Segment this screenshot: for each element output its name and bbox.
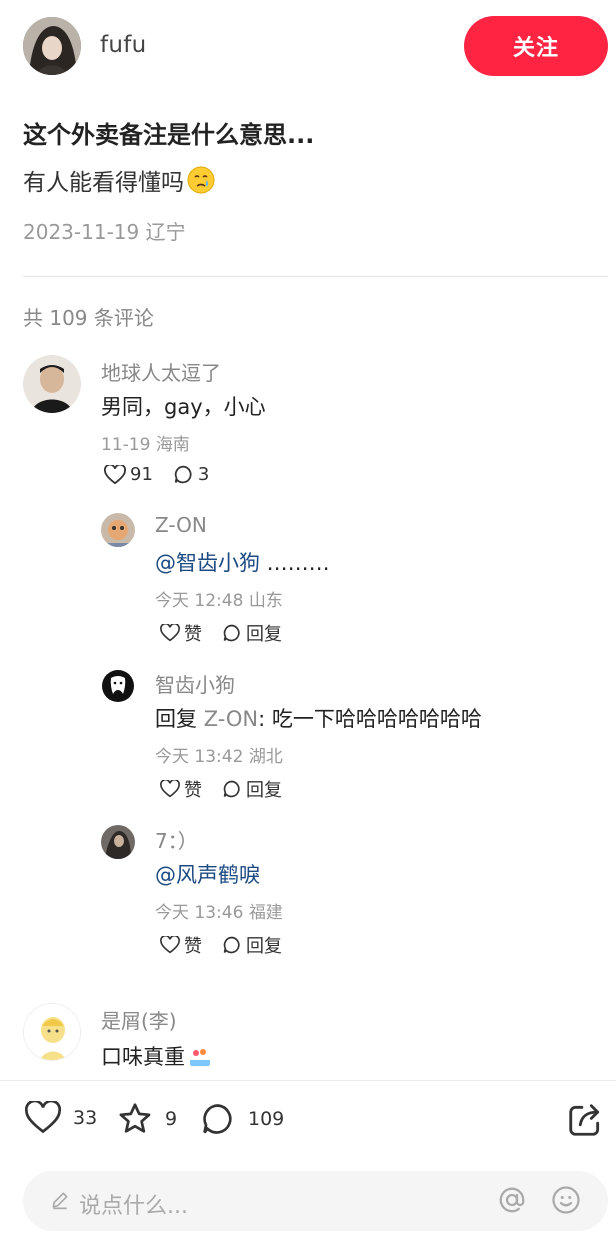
replier-name[interactable]: 智齿小狗 xyxy=(155,669,235,698)
comment-input-placeholder: 说点什么... xyxy=(79,1194,188,1219)
reply-button[interactable]: 回复 xyxy=(222,932,282,958)
replier-avatar[interactable] xyxy=(101,825,135,859)
post-like-count: 33 xyxy=(73,1107,98,1129)
post-header: fufu 关注 xyxy=(0,0,616,96)
reply-actions: 赞 回复 xyxy=(160,932,302,958)
reply-location: 湖北 xyxy=(248,747,283,767)
heart-icon xyxy=(160,624,180,642)
replier-name[interactable]: Z-ON xyxy=(155,513,207,537)
like-button[interactable]: 赞 xyxy=(160,932,202,958)
commenter-avatar[interactable] xyxy=(23,1003,81,1061)
post-date: 2023-11-19 xyxy=(23,220,140,244)
like-label: 赞 xyxy=(184,780,202,801)
reply-meta: 今天 13:42 湖北 xyxy=(155,742,283,767)
bottom-bar: 33 9 109 说点什么... xyxy=(0,1081,616,1248)
post-like-button[interactable]: 33 xyxy=(25,1101,97,1135)
cake-icon xyxy=(187,1043,213,1069)
like-count: 91 xyxy=(130,464,153,485)
author-name[interactable]: fufu xyxy=(100,32,147,58)
heart-icon xyxy=(25,1101,61,1134)
follow-button[interactable]: 关注 xyxy=(464,16,608,76)
comment-actions: 91 3 xyxy=(104,464,229,485)
post-location: 辽宁 xyxy=(145,220,186,244)
reply-button[interactable]: 回复 xyxy=(222,620,282,646)
reply-body: ……… xyxy=(260,551,330,575)
reply-count: 3 xyxy=(197,464,210,485)
reply-meta: 今天 13:46 福建 xyxy=(155,898,283,923)
reply-meta: 今天 12:48 山东 xyxy=(155,586,283,611)
mention-link[interactable]: @智齿小狗 xyxy=(155,551,260,575)
reply-prefix: 回复 xyxy=(155,707,204,731)
comment-text: 男同，gay，小心 xyxy=(101,395,266,419)
reply-text: 回复 Z-ON: 吃一下哈哈哈哈哈哈哈 xyxy=(155,703,482,733)
reply-text: @智齿小狗 ……… xyxy=(155,547,330,577)
commenter-name[interactable]: 是屑(李) xyxy=(101,1005,177,1034)
commenter-avatar[interactable] xyxy=(23,355,81,413)
reply-location: 山东 xyxy=(248,591,283,611)
post-comment-count: 109 xyxy=(248,1108,285,1130)
post-body: 有人能看得懂吗 xyxy=(23,163,216,197)
reply-actions: 赞 回复 xyxy=(160,776,302,802)
reply-date: 今天 12:48 xyxy=(155,591,244,611)
reply-button[interactable]: 回复 xyxy=(222,776,282,802)
reply-count-button[interactable]: 3 xyxy=(173,464,209,485)
heart-icon xyxy=(160,936,180,954)
comment-bubble-icon xyxy=(223,780,240,798)
comment-text: 口味真重 xyxy=(101,1041,213,1071)
post-meta: 2023-11-19 辽宁 xyxy=(23,216,186,245)
like-button[interactable]: 91 xyxy=(104,464,153,485)
pencil-icon xyxy=(50,1190,70,1214)
post-body-text: 有人能看得懂吗 xyxy=(23,170,184,196)
at-mention-icon[interactable] xyxy=(497,1185,527,1219)
comment-bubble-icon xyxy=(223,624,240,642)
crying-face-icon xyxy=(186,165,216,195)
heart-icon xyxy=(104,464,126,484)
like-label: 赞 xyxy=(184,624,202,645)
reply-label: 回复 xyxy=(246,936,282,957)
reply-date: 今天 13:42 xyxy=(155,747,244,767)
mention-link[interactable]: @风声鹤唳 xyxy=(155,863,260,887)
like-button[interactable]: 赞 xyxy=(160,620,202,646)
reply-date: 今天 13:46 xyxy=(155,903,244,923)
emoji-icon[interactable] xyxy=(551,1185,581,1219)
author-avatar[interactable] xyxy=(23,17,81,75)
comment-input[interactable]: 说点什么... xyxy=(23,1171,608,1231)
like-button[interactable]: 赞 xyxy=(160,776,202,802)
post-star-count: 9 xyxy=(165,1108,178,1130)
replier-avatar[interactable] xyxy=(101,669,135,703)
commenter-name[interactable]: 地球人太逗了 xyxy=(101,357,221,386)
comment-bubble-icon xyxy=(223,936,240,954)
reply-location: 福建 xyxy=(248,903,283,923)
reply-body: : 吃一下哈哈哈哈哈哈哈 xyxy=(258,707,482,731)
comment-bubble-icon xyxy=(174,465,192,484)
reply-to-user[interactable]: Z-ON xyxy=(204,707,258,731)
like-label: 赞 xyxy=(184,936,202,957)
reply-text: @风声鹤唳 xyxy=(155,859,260,889)
star-icon xyxy=(119,1103,151,1133)
replier-avatar[interactable] xyxy=(101,513,135,547)
share-icon xyxy=(569,1104,600,1136)
replier-name[interactable]: 7：） xyxy=(155,825,198,854)
reply-label: 回复 xyxy=(246,780,282,801)
comment-date: 11-19 xyxy=(101,435,151,455)
share-button[interactable] xyxy=(566,1101,604,1143)
comment-location: 海南 xyxy=(155,435,190,455)
comment-count: 共 109 条评论 xyxy=(23,306,154,330)
post-star-button[interactable]: 9 xyxy=(117,1101,177,1137)
comment-bubble-icon xyxy=(203,1104,232,1134)
divider xyxy=(23,276,608,277)
post-comment-button[interactable]: 109 xyxy=(200,1101,284,1137)
reply-actions: 赞 回复 xyxy=(160,620,302,646)
reply-label: 回复 xyxy=(246,624,282,645)
comment-body: 口味真重 xyxy=(101,1045,185,1069)
heart-icon xyxy=(160,780,180,798)
comment-meta: 11-19 海南 xyxy=(101,430,190,455)
post-title: 这个外卖备注是什么意思... xyxy=(23,121,315,149)
